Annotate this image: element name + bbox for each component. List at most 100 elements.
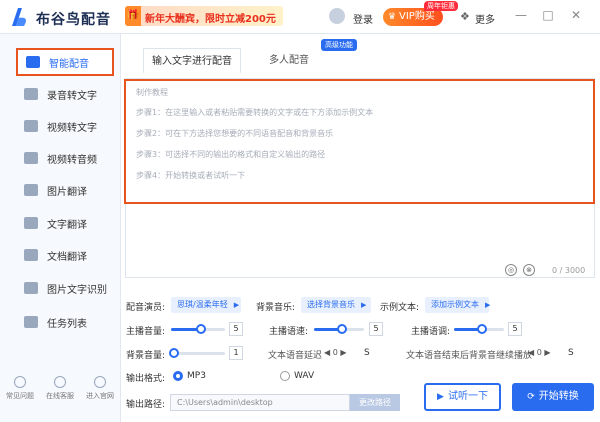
slider-knob[interactable] — [195, 324, 206, 334]
image-icon — [24, 184, 38, 196]
decrement-icon[interactable]: ◀ — [528, 348, 534, 357]
sidebar-item-label: 视频转音频 — [47, 154, 97, 166]
vip-promo-badge: 周年钜惠 — [424, 1, 458, 11]
video-audio-icon — [24, 152, 38, 164]
voice-label: 配音演员: — [126, 303, 166, 313]
maximize-button[interactable]: □ — [541, 8, 555, 22]
sidebar-item-recording-to-text[interactable]: 录音转文字 — [16, 82, 116, 106]
website-label: 进入官网 — [86, 392, 114, 400]
decrement-icon[interactable]: ◀ — [324, 348, 330, 357]
sidebar-item-label: 任务列表 — [47, 318, 87, 330]
more-menu[interactable]: 更多 — [475, 11, 495, 26]
speed-icon[interactable]: ◎ — [505, 264, 517, 276]
faq-link[interactable]: 常见问题 — [2, 376, 38, 401]
bg-continue-stepper[interactable]: ◀ 0 ▶ — [528, 348, 551, 357]
sidebar-item-video-to-audio[interactable]: 视频转音频 — [16, 146, 116, 170]
bgm-select[interactable]: 选择背景音乐 ▶ — [301, 297, 371, 313]
start-convert-button[interactable]: ⟳ 开始转换 — [512, 383, 594, 411]
user-avatar-icon[interactable] — [329, 8, 345, 24]
slider-knob[interactable] — [476, 324, 487, 334]
char-counter: 0 / 3000 — [552, 266, 586, 275]
main-speed-slider[interactable] — [314, 324, 364, 334]
close-button[interactable]: ✕ — [569, 8, 583, 22]
layers-icon[interactable]: ❖ — [460, 10, 470, 23]
listen-button[interactable]: ▶ 试听一下 — [424, 383, 501, 411]
main-volume-slider[interactable] — [171, 324, 225, 334]
app-logo-icon — [12, 8, 26, 26]
main-speed-label: 主播语速: — [269, 327, 309, 337]
main-pitch-input[interactable]: 5 — [508, 322, 522, 336]
start-label: 开始转换 — [538, 391, 579, 402]
app-title: 布谷鸟配音 — [36, 12, 111, 28]
sidebar-item-label: 图片文字识别 — [47, 284, 107, 296]
website-link[interactable]: 进入官网 — [82, 376, 118, 401]
convert-icon: ⟳ — [527, 392, 535, 402]
bg-volume-input[interactable]: 1 — [229, 346, 243, 360]
main-volume-label: 主播音量: — [126, 327, 166, 337]
support-label: 在线客服 — [46, 392, 74, 400]
main-panel: 输入文字进行配音 多人配音 高级功能 制作教程 步骤1：在这里输入或者粘贴需要转… — [121, 34, 600, 422]
vip-label: VIP购买 — [399, 11, 435, 22]
main-pitch-slider[interactable] — [454, 324, 504, 334]
top-bar: 布谷鸟配音 🎁 新年大酬宾，限时立减200元 登录 ♛ VIP购买 周年钜惠 ❖… — [0, 0, 600, 34]
play-icon: ▶ — [437, 392, 444, 402]
listen-label: 试听一下 — [447, 391, 488, 402]
bg-volume-slider[interactable] — [168, 348, 225, 358]
mp3-radio[interactable] — [173, 371, 183, 381]
slider-knob[interactable] — [336, 324, 347, 334]
support-icon — [54, 376, 66, 388]
change-path-button[interactable]: 更改路径 — [350, 394, 400, 411]
crown-icon: ♛ — [388, 12, 397, 22]
clear-icon[interactable]: ⊗ — [523, 264, 535, 276]
help-icon — [14, 376, 26, 388]
sample-value: 添加示例文本 — [431, 300, 479, 309]
sidebar-item-ocr[interactable]: 图片文字识别 — [16, 276, 116, 300]
caret-right-icon: ▶ — [233, 301, 240, 309]
translate-icon — [24, 217, 38, 229]
bg-continue-unit: S — [568, 348, 574, 358]
main-speed-input[interactable]: 5 — [369, 322, 383, 336]
voice-select[interactable]: 思琪/温柔年轻 ▶ — [171, 297, 241, 313]
delay-value: 0 — [332, 348, 338, 357]
increment-icon[interactable]: ▶ — [544, 348, 550, 357]
support-link[interactable]: 在线客服 — [42, 376, 78, 401]
delay-label: 文本语音延迟 — [268, 351, 323, 361]
caret-right-icon: ▶ — [361, 301, 367, 309]
sidebar-item-label: 图片翻译 — [47, 186, 87, 198]
sidebar-item-smart-dubbing[interactable]: 智能配音 — [16, 48, 114, 76]
caret-right-icon: ▶ — [485, 301, 491, 309]
login-link[interactable]: 登录 — [353, 11, 373, 26]
promo-text: 新年大酬宾，限时立减200元 — [145, 14, 276, 25]
slider-knob[interactable] — [168, 348, 179, 358]
tab-text-dubbing[interactable]: 输入文字进行配音 — [143, 48, 241, 74]
increment-icon[interactable]: ▶ — [340, 348, 346, 357]
output-path-field[interactable]: C:\Users\admin\desktop — [170, 394, 350, 411]
sidebar-item-image-translate[interactable]: 图片翻译 — [16, 178, 116, 202]
recording-icon — [24, 88, 38, 100]
sidebar: 智能配音 录音转文字 视频转文字 视频转音频 图片翻译 文字翻译 文档翻译 图片… — [0, 34, 121, 422]
minimize-button[interactable]: — — [514, 8, 528, 22]
sidebar-item-label: 视频转文字 — [47, 122, 97, 134]
sidebar-item-text-translate[interactable]: 文字翻译 — [16, 211, 116, 235]
delay-unit: S — [364, 348, 370, 358]
wav-radio[interactable] — [280, 371, 290, 381]
promo-banner[interactable]: 🎁 新年大酬宾，限时立减200元 — [125, 6, 283, 26]
main-pitch-label: 主播语调: — [411, 327, 451, 337]
format-label: 输出格式: — [126, 374, 166, 384]
sidebar-item-label: 文档翻译 — [47, 251, 87, 263]
bg-continue-label: 文本语音结束后背景音继续播放 — [406, 351, 533, 361]
wav-option-label: WAV — [294, 371, 315, 381]
sidebar-item-document-translate[interactable]: 文档翻译 — [16, 243, 116, 267]
sidebar-item-label: 智能配音 — [49, 58, 89, 70]
ocr-icon — [24, 282, 38, 294]
mp3-option-label: MP3 — [187, 371, 206, 381]
home-icon — [94, 376, 106, 388]
sidebar-item-task-list[interactable]: 任务列表 — [16, 310, 116, 334]
sidebar-item-video-to-text[interactable]: 视频转文字 — [16, 114, 116, 138]
main-volume-input[interactable]: 5 — [229, 322, 243, 336]
advanced-feature-badge: 高级功能 — [321, 39, 357, 51]
sample-select[interactable]: 添加示例文本 ▶ — [425, 297, 491, 313]
video-icon — [24, 120, 38, 132]
tab-multi-dubbing[interactable]: 多人配音 — [246, 48, 332, 74]
delay-stepper[interactable]: ◀ 0 ▶ — [324, 348, 347, 357]
